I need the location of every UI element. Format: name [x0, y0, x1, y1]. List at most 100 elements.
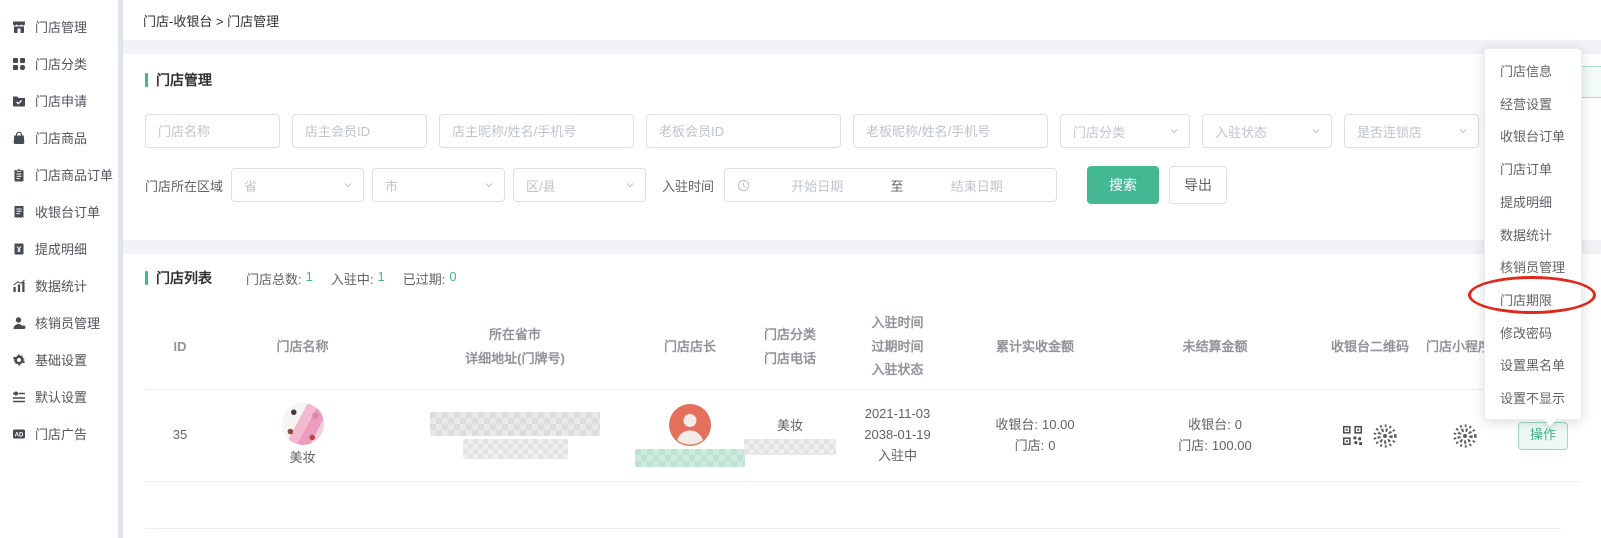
menu-item-change-password[interactable]: 修改密码: [1485, 316, 1581, 349]
col-header-manager: 门店店长: [640, 335, 740, 358]
store-label: 门店:: [1015, 436, 1045, 457]
menu-item-store-term[interactable]: 门店期限: [1485, 283, 1581, 316]
menu-item-verifier-management[interactable]: 核销员管理: [1485, 250, 1581, 283]
join-time: 2021-11-03: [840, 404, 955, 425]
cell-cashier-qr: [1315, 423, 1425, 449]
sidebar-item-label: 提成明细: [35, 239, 87, 258]
sidebar-item-store-apply[interactable]: 门店申请: [0, 82, 118, 119]
end-date-field[interactable]: 结束日期: [910, 176, 1045, 195]
mini-program-code-icon[interactable]: [1372, 423, 1398, 449]
sidebar-item-commission-detail[interactable]: 提成明细: [0, 230, 118, 267]
export-button[interactable]: 导出: [1169, 166, 1227, 204]
entry-status-select[interactable]: 入驻状态: [1202, 114, 1332, 148]
store-name-input[interactable]: [145, 114, 280, 148]
sidebar-item-verifier-management[interactable]: 核销员管理: [0, 304, 118, 341]
mini-program-code-icon[interactable]: [1452, 423, 1478, 449]
stat-total-label: 门店总数:: [246, 269, 302, 288]
breadcrumb[interactable]: 门店-收银台 > 门店管理: [143, 11, 279, 30]
col-header-cashier-qr: 收银台二维码: [1315, 335, 1425, 358]
store-category-select[interactable]: 门店分类: [1060, 114, 1190, 148]
received-store-value: 0: [1048, 436, 1055, 457]
region-label: 门店所在区域: [145, 176, 223, 195]
menu-item-commission-detail[interactable]: 提成明细: [1485, 185, 1581, 218]
sidebar-item-store-ads[interactable]: AD 门店广告: [0, 415, 118, 452]
menu-item-cashier-orders[interactable]: 收银台订单: [1485, 119, 1581, 152]
district-select[interactable]: 区/县: [513, 168, 646, 202]
sidebar-item-label: 门店商品: [35, 128, 87, 147]
manager-name-redacted-block: [635, 449, 745, 467]
cell-received: 收银台:10.00 门店:0: [955, 415, 1115, 457]
action-dropdown-menu: 门店信息 经营设置 收银台订单 门店订单 提成明细 数据统计 核销员管理 门店期…: [1484, 48, 1582, 420]
section-accent-bar: [145, 271, 148, 285]
cell-time-status: 2021-11-03 2038-01-19 入驻中: [840, 404, 955, 466]
chevron-down-icon: [625, 180, 635, 190]
col-header-store-name: 门店名称: [215, 335, 390, 358]
bag-icon: [12, 131, 26, 145]
person-icon: [12, 316, 26, 330]
sidebar-item-label: 门店商品订单: [35, 165, 113, 184]
expire-time: 2038-01-19: [840, 425, 955, 446]
owner-member-id-input[interactable]: [292, 114, 427, 148]
unsettled-cashier-value: 0: [1235, 415, 1242, 436]
chevron-down-icon: [1458, 126, 1468, 136]
menu-item-set-hidden[interactable]: 设置不显示: [1485, 381, 1581, 414]
chevron-down-icon: [1311, 126, 1321, 136]
date-range-picker[interactable]: 开始日期 至 结束日期: [724, 168, 1057, 202]
entry-time-label: 入驻时间: [662, 176, 714, 195]
stat-active-label: 入驻中:: [331, 269, 374, 288]
sidebar-item-label: 门店申请: [35, 91, 87, 110]
sidebar-item-label: 基础设置: [35, 350, 87, 369]
clock-icon: [737, 179, 750, 192]
bar-chart-icon: [12, 279, 26, 293]
sidebar-item-label: 收银台订单: [35, 202, 100, 221]
cell-address-redacted: [390, 412, 640, 459]
sidebar-item-data-stats[interactable]: 数据统计: [0, 267, 118, 304]
menu-item-business-settings[interactable]: 经营设置: [1485, 87, 1581, 120]
boss-member-id-input[interactable]: [646, 114, 841, 148]
sliders-icon: [12, 390, 26, 404]
cell-mini-qr: [1425, 423, 1505, 449]
menu-item-data-stats[interactable]: 数据统计: [1485, 218, 1581, 251]
cashier-label: 收银台:: [1188, 415, 1231, 436]
is-chain-select[interactable]: 是否连锁店: [1344, 114, 1479, 148]
filter-panel: 门店管理 门店分类 入驻状态 是否连锁店 门店所在区域: [123, 54, 1601, 240]
stat-expired-label: 已过期:: [403, 269, 446, 288]
boss-nick-input[interactable]: [853, 114, 1048, 148]
breadcrumb-bar: 门店-收银台 > 门店管理: [123, 0, 1601, 40]
sidebar-item-cashier-orders[interactable]: 收银台订单: [0, 193, 118, 230]
owner-nick-input[interactable]: [439, 114, 634, 148]
filter-row-1: 门店分类 入驻状态 是否连锁店: [145, 114, 1601, 148]
menu-item-store-info[interactable]: 门店信息: [1485, 54, 1581, 87]
menu-item-store-orders[interactable]: 门店订单: [1485, 152, 1581, 185]
sidebar-item-basic-settings[interactable]: 基础设置: [0, 341, 118, 378]
page-title: 门店管理: [156, 70, 212, 90]
sidebar-item-default-settings[interactable]: 默认设置: [0, 378, 118, 415]
sidebar-item-goods-orders[interactable]: 门店商品订单: [0, 156, 118, 193]
sidebar-item-label: 核销员管理: [35, 313, 100, 332]
sidebar-item-label: 数据统计: [35, 276, 87, 295]
main-content: 门店-收银台 > 门店管理 门店管理 门店分类 入驻状态 是否连锁店: [123, 0, 1601, 538]
action-button[interactable]: 操作: [1518, 422, 1568, 450]
city-select[interactable]: 市: [372, 168, 505, 202]
stat-total-value: 1: [306, 269, 313, 288]
sidebar-item-label: 门店管理: [35, 17, 87, 36]
unsettled-store-value: 100.00: [1212, 436, 1252, 457]
search-button[interactable]: 搜索: [1087, 166, 1159, 204]
sidebar-item-label: 门店广告: [35, 424, 87, 443]
chevron-down-icon: [1169, 126, 1179, 136]
clipboard-icon: [12, 168, 26, 182]
menu-item-set-blacklist[interactable]: 设置黑名单: [1485, 349, 1581, 382]
table-header-row: ID 门店名称 所在省市 详细地址(门牌号) 门店店长 门店分类 门店电话 入驻…: [145, 304, 1581, 390]
col-header-time-status: 入驻时间 过期时间 入驻状态: [840, 311, 955, 381]
start-date-field[interactable]: 开始日期: [750, 176, 885, 195]
receipt-icon: [12, 205, 26, 219]
address-redacted-block: [430, 412, 600, 436]
qr-code-icon[interactable]: [1342, 425, 1363, 446]
store-icon: [12, 20, 26, 34]
category-icon: [12, 57, 26, 71]
address-redacted-block-2: [463, 439, 568, 459]
province-select[interactable]: 省: [231, 168, 364, 202]
sidebar-item-store-goods[interactable]: 门店商品: [0, 119, 118, 156]
sidebar-item-store-management[interactable]: 门店管理: [0, 8, 118, 45]
sidebar-item-store-category[interactable]: 门店分类: [0, 45, 118, 82]
